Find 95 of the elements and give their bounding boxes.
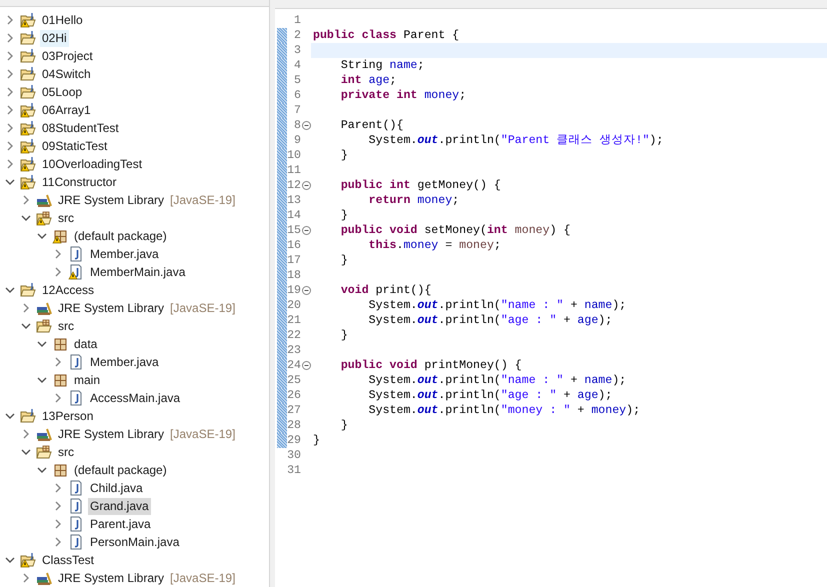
- line-number: 1: [293, 13, 301, 28]
- tree-item[interactable]: JRE System Library: [56, 192, 166, 208]
- line-number: 11: [287, 163, 301, 178]
- code-line: System.out.println("money : " + money);: [368, 404, 640, 417]
- tree-item[interactable]: Parent.java: [88, 516, 153, 532]
- tree-item[interactable]: src: [56, 318, 76, 334]
- line-number: 25: [287, 373, 301, 388]
- tree-item[interactable]: JRE System Library: [56, 570, 166, 586]
- line-number: 17: [287, 253, 301, 268]
- code-line: System.out.println("age : " + age);: [368, 314, 612, 327]
- collapse-icon[interactable]: [302, 361, 310, 370]
- tree-item[interactable]: 12Access: [40, 282, 96, 298]
- line-number: 6: [293, 88, 301, 103]
- tree-item[interactable]: src: [56, 444, 76, 460]
- line-number: 24: [287, 358, 301, 373]
- tree-item[interactable]: Member.java: [88, 354, 161, 370]
- tree-item[interactable]: JRE System Library: [56, 426, 166, 442]
- line-number: 26: [287, 388, 301, 403]
- tree-item[interactable]: (default package): [72, 462, 169, 478]
- tree-item[interactable]: 01Hello: [40, 12, 85, 28]
- version-decoration: [JavaSE-19]: [170, 300, 236, 317]
- tree-item[interactable]: main: [72, 372, 102, 388]
- tree-item[interactable]: MemberMain.java: [88, 264, 188, 280]
- collapse-icon[interactable]: [302, 226, 310, 235]
- line-number: 15: [287, 223, 301, 238]
- tree-item[interactable]: Member.java: [88, 246, 161, 262]
- collapse-icon[interactable]: [302, 286, 310, 295]
- tree-item[interactable]: 06Array1: [40, 102, 93, 118]
- code-line: Parent(){: [340, 119, 404, 132]
- tree-item[interactable]: PersonMain.java: [88, 534, 182, 550]
- tree-item[interactable]: 05Loop: [40, 84, 84, 100]
- tree-item[interactable]: 08StudentTest: [40, 120, 121, 136]
- code-line: }: [313, 434, 320, 447]
- tree-item[interactable]: 03Project: [40, 48, 95, 64]
- tree-item[interactable]: data: [72, 336, 100, 352]
- code-line: public class Parent {: [313, 29, 460, 42]
- collapse-icon[interactable]: [302, 181, 310, 190]
- line-number: 29: [287, 433, 301, 448]
- code-line: private int money;: [340, 89, 466, 102]
- tree-item[interactable]: AccessMain.java: [88, 390, 182, 406]
- code-line: }: [340, 254, 348, 267]
- tree-item[interactable]: 04Switch: [40, 66, 93, 82]
- line-number: 30: [287, 448, 301, 463]
- code-line: System.out.println("age : " + age);: [368, 389, 612, 402]
- line-number: 4: [293, 58, 301, 73]
- line-number: 14: [287, 208, 301, 223]
- tree-item[interactable]: 11Constructor: [40, 174, 118, 190]
- line-number: 10: [287, 148, 301, 163]
- line-number: 9: [293, 133, 301, 148]
- code-line: void print(){: [340, 284, 432, 297]
- code-line: public int getMoney() {: [340, 179, 501, 192]
- tree-item[interactable]: Child.java: [88, 480, 145, 496]
- code-line: }: [340, 209, 348, 222]
- tree-item[interactable]: 09StaticTest: [40, 138, 110, 154]
- code-line: System.out.println("name : " + name);: [368, 374, 626, 387]
- code-line: }: [340, 149, 348, 162]
- line-number: 2: [293, 28, 301, 43]
- collapse-icon[interactable]: [302, 121, 310, 130]
- tree-item[interactable]: 02Hi: [40, 30, 69, 46]
- line-number: 20: [287, 298, 301, 313]
- code-line: this.money = money;: [368, 239, 501, 252]
- tree-item[interactable]: JRE System Library: [56, 300, 166, 316]
- line-number: 7: [293, 103, 301, 118]
- tree-item[interactable]: src: [56, 210, 76, 226]
- line-number: 18: [287, 268, 301, 283]
- code-line: public void setMoney(int money) {: [340, 224, 570, 237]
- line-number: 27: [287, 403, 301, 418]
- code-line: }: [340, 419, 348, 432]
- line-number: 22: [287, 328, 301, 343]
- code-line: System.out.println("Parent 클래스 생성자!");: [368, 134, 664, 147]
- line-number: 13: [287, 193, 301, 208]
- line-number: 23: [287, 343, 301, 358]
- code-line: String name;: [340, 59, 424, 72]
- tree-item[interactable]: 10OverloadingTest: [40, 156, 144, 172]
- line-number: 28: [287, 418, 301, 433]
- version-decoration: [JavaSE-19]: [170, 570, 236, 587]
- tree-item[interactable]: 13Person: [40, 408, 96, 424]
- line-number: 5: [293, 73, 301, 88]
- version-decoration: [JavaSE-19]: [170, 192, 236, 209]
- line-number: 21: [287, 313, 301, 328]
- tree-item[interactable]: Grand.java: [88, 498, 151, 514]
- version-decoration: [JavaSE-19]: [170, 426, 236, 443]
- tree-item[interactable]: ClassTest: [40, 552, 96, 568]
- code-line: int age;: [340, 74, 397, 87]
- code-line: System.out.println("name : " + name);: [368, 299, 626, 312]
- code-line: return money;: [368, 194, 460, 207]
- line-number: 16: [287, 238, 301, 253]
- line-number: 19: [287, 283, 301, 298]
- line-number: 12: [287, 178, 301, 193]
- line-number: 31: [287, 463, 301, 478]
- line-number: 3: [293, 43, 301, 58]
- code-line: }: [340, 329, 348, 342]
- line-number: 8: [293, 118, 301, 133]
- tree-item[interactable]: (default package): [72, 228, 169, 244]
- code-line: public void printMoney() {: [340, 359, 522, 372]
